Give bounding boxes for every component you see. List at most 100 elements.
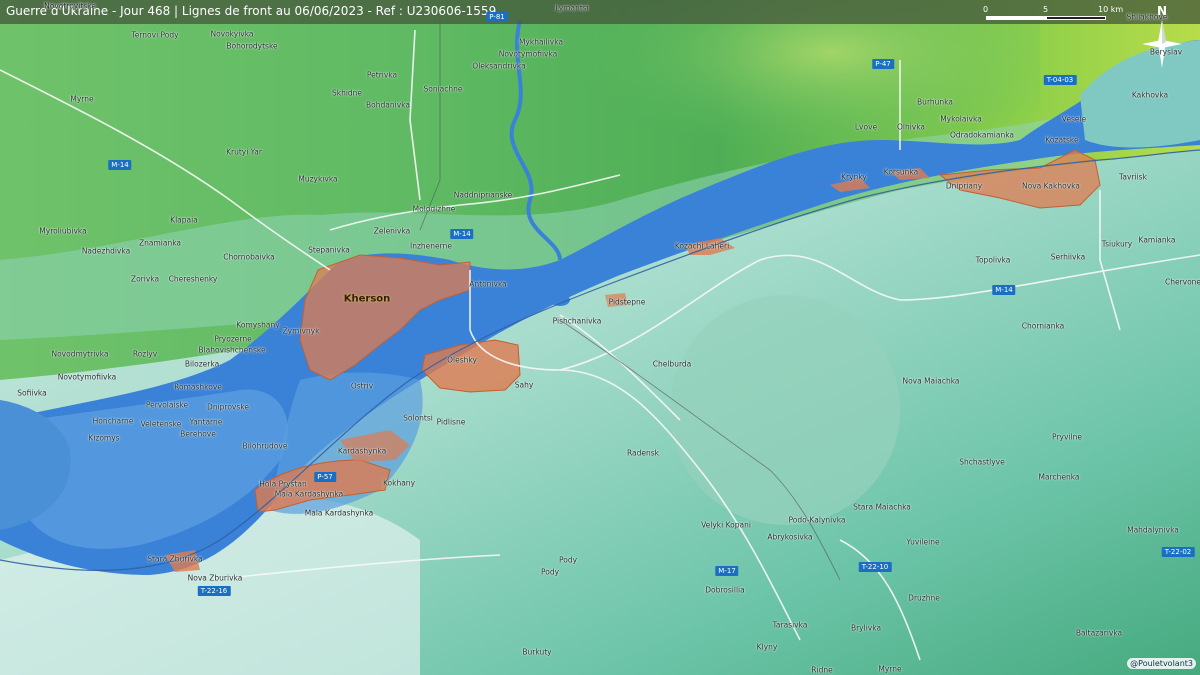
road-p47: P-47 [872, 59, 894, 69]
place-mala-kardashynka-2: Mala Kardashynka [304, 508, 374, 518]
scale-label-0: 0 [983, 5, 989, 14]
place-muzykivka: Muzykivka [298, 174, 338, 184]
place-romashkove: Romashkove [174, 382, 222, 392]
place-druzhne: Druzhne [908, 593, 940, 603]
place-mala-kardashynka: Mala Kardashynka [274, 489, 344, 499]
place-odradokamianka: Odradokamianka [949, 130, 1015, 140]
place-stepanivka: Stepanivka [308, 245, 350, 255]
place-myroliubivka: Myroliubivka [39, 226, 87, 236]
place-naddniprianske: Naddniprianske [453, 190, 513, 200]
road-t0403: T-04-03 [1043, 75, 1077, 85]
place-sofiivka: Sofiivka [17, 388, 47, 398]
map-canvas[interactable]: Guerre d'Ukraine - Jour 468 | Lignes de … [0, 0, 1200, 675]
place-kakhovka: Kakhovka [1131, 90, 1169, 100]
place-serhiivka: Serhiivka [1050, 252, 1086, 262]
place-mykolaivka: Mykolaivka [940, 114, 982, 124]
place-berehove: Berehove [180, 429, 216, 439]
place-honcharne: Honcharne [92, 416, 134, 426]
place-kozatske: Kozatske [1045, 135, 1079, 145]
place-veletenske: Veletenske [140, 419, 182, 429]
place-zelenivka: Zelenivka [373, 226, 411, 236]
place-pidlisne: Pidlisne [436, 417, 466, 427]
place-myrne-nw: Myrne [70, 94, 94, 104]
place-petrivka: Petrivka [366, 70, 398, 80]
oleshky-sands [670, 295, 900, 525]
place-chereshenky: Chereshenky [168, 274, 218, 284]
place-pervolaiske: Pervolaiske [145, 400, 189, 410]
place-zymivnyk: Zymivnyk [282, 326, 320, 336]
place-dobrosillia: Dobrosillia [705, 585, 745, 595]
place-kardashynka: Kardashynka [337, 446, 387, 456]
place-stara-zburivka: Stara Zburivka [147, 554, 203, 564]
map-base [0, 0, 1200, 675]
place-tsiukury: Tsiukury [1101, 239, 1133, 249]
place-pryozerne: Pryozerne [214, 334, 252, 344]
place-oleksandrivka: Oleksandrivka [472, 61, 526, 71]
scale-bar: 0 5 10 km [980, 3, 1130, 23]
place-olhivka: Olhivka [896, 122, 926, 132]
place-kozachi-laheri: Kozachi Laheri [674, 241, 730, 251]
road-t2216: T-22-16 [197, 586, 231, 596]
place-krutyi-yar: Krutyi Yar [226, 147, 262, 157]
place-burkuty: Burkuty [522, 647, 552, 657]
compass-rose-icon [1142, 20, 1182, 68]
place-myrne-s: Myrne [878, 664, 902, 674]
place-novotroyitske: Novotroyitske [44, 1, 96, 11]
place-soniachne: Soniachne [423, 84, 463, 94]
place-chornobaivka: Chornobaivka [223, 252, 275, 262]
place-ostriv: Ostriv [350, 381, 374, 391]
place-abrykosivka: Abrykosivka [767, 532, 813, 542]
place-solontsi: Solontsi [403, 413, 433, 423]
place-molodizhne: Molodizhne [412, 204, 456, 214]
place-pidstepne: Pidstepne [608, 297, 646, 307]
road-t2202: T-22-02 [1161, 547, 1195, 557]
place-vesele: Vesele [1061, 114, 1087, 124]
place-novotymofiivka-w: Novotymofiivka [57, 372, 117, 382]
place-shliakhove: Shliakhove [1126, 12, 1168, 22]
place-novokyivka: Novokyivka [210, 29, 254, 39]
place-tavriisk: Tavriisk [1119, 172, 1147, 182]
scale-label-5: 5 [1043, 5, 1049, 14]
place-lymantsi: Lymantsi [555, 3, 589, 13]
place-bilozerka: Bilozerka [184, 359, 220, 369]
place-novotymofiivka: Novotymofiivka [498, 49, 558, 59]
place-yuvileine: Yuvileine [906, 537, 940, 547]
road-m14-west: M-14 [108, 160, 132, 170]
place-novodmytrivka: Novodmytrivka [51, 349, 109, 359]
place-sahy: Sahy [514, 380, 534, 390]
place-brylivka: Brylivka [850, 623, 882, 633]
place-yantarne: Yantarne [189, 417, 223, 427]
place-znamianka: Znamianka [138, 238, 182, 248]
place-rozlyv: Rozlyv [132, 349, 158, 359]
place-hola-prystan: Hola Prystan [259, 479, 307, 489]
place-krynky: Krynky [841, 172, 867, 182]
author-credit: @Pouletvolant3 [1127, 658, 1196, 669]
place-skhidne: Skhidne [331, 88, 363, 98]
place-kokhany: Kokhany [382, 478, 416, 488]
place-klapaia: Klapaia [170, 215, 198, 225]
place-bilohrudove: Bilohrudove [242, 441, 288, 451]
place-dniprovske: Dniprovske [207, 402, 249, 412]
place-oleshky: Oleshky [447, 355, 477, 365]
road-p57: P-57 [314, 472, 336, 482]
place-baltazarivka: Baltazarivka [1075, 628, 1123, 638]
place-velyki-kopani: Velyki Kopani [701, 520, 751, 530]
place-kizomys: Kizomys [88, 433, 120, 443]
place-ternovi-pody: Ternovi Pody [131, 30, 179, 40]
road-m14-center: M-14 [450, 229, 474, 239]
place-shchastlyve: Shchastlyve [959, 457, 1005, 467]
place-bohorodytske: Bohorodytske [226, 41, 278, 51]
place-stara-maiachka: Stara Maiachka [853, 502, 911, 512]
road-t2210: T-22-10 [858, 562, 892, 572]
road-p81: P-81 [486, 12, 508, 22]
place-komyshany: Komyshany [236, 320, 280, 330]
scale-segment-dark [1046, 16, 1106, 20]
place-korsunka: Korsunka [883, 167, 919, 177]
place-mykhailivka: Mykhailivka [518, 37, 564, 47]
place-topolivka: Topolivka [975, 255, 1011, 265]
place-blahovishchenske: Blahovishchenske [198, 345, 266, 355]
scale-segment-white [986, 16, 1046, 20]
place-radensk: Radensk [626, 448, 660, 458]
place-pody-2: Pody [540, 567, 560, 577]
place-inzhenerne: Inzhenerne [410, 241, 452, 251]
